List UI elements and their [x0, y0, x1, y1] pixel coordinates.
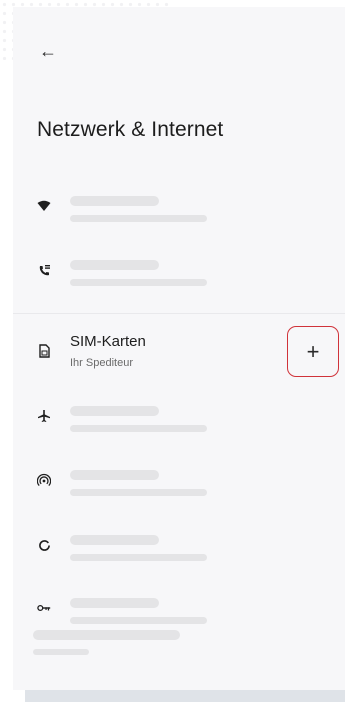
list-item-calls[interactable] [13, 244, 345, 296]
list-item-data-saver[interactable] [13, 519, 345, 571]
placeholder-title [70, 260, 159, 270]
bottom-edge [25, 690, 345, 702]
wifi-icon [37, 199, 51, 213]
placeholder-title [70, 196, 159, 206]
list-item-hotspot[interactable] [13, 454, 345, 506]
sim-card-icon [37, 344, 51, 358]
footer-placeholder-subtitle [33, 649, 89, 655]
list-item-wifi[interactable] [13, 180, 345, 232]
back-arrow-icon[interactable]: ← [37, 40, 59, 62]
list-item-vpn[interactable] [13, 582, 345, 634]
plus-icon: + [306, 338, 320, 364]
placeholder-subtitle [70, 489, 207, 496]
airplane-icon [37, 409, 51, 423]
placeholder-title [70, 470, 159, 480]
placeholder-subtitle [70, 215, 207, 222]
add-sim-button[interactable]: + [287, 326, 339, 377]
sim-cards-subtitle: Ihr Spediteur [70, 357, 133, 369]
placeholder-subtitle [70, 425, 207, 432]
placeholder-title [70, 406, 159, 416]
phone-wifi-icon [37, 263, 51, 277]
footer-placeholder-title [33, 630, 180, 640]
placeholder-subtitle [70, 617, 207, 624]
hotspot-icon [37, 473, 51, 487]
placeholder-title [70, 598, 159, 608]
list-item-airplane-mode[interactable] [13, 390, 345, 442]
sim-cards-title: SIM-Karten [70, 333, 146, 350]
placeholder-subtitle [70, 279, 207, 286]
section-divider [13, 313, 345, 314]
placeholder-subtitle [70, 554, 207, 561]
vpn-key-icon [37, 601, 51, 615]
placeholder-title [70, 535, 159, 545]
page-title: Netzwerk & Internet [37, 118, 224, 141]
data-saver-icon [37, 538, 51, 552]
